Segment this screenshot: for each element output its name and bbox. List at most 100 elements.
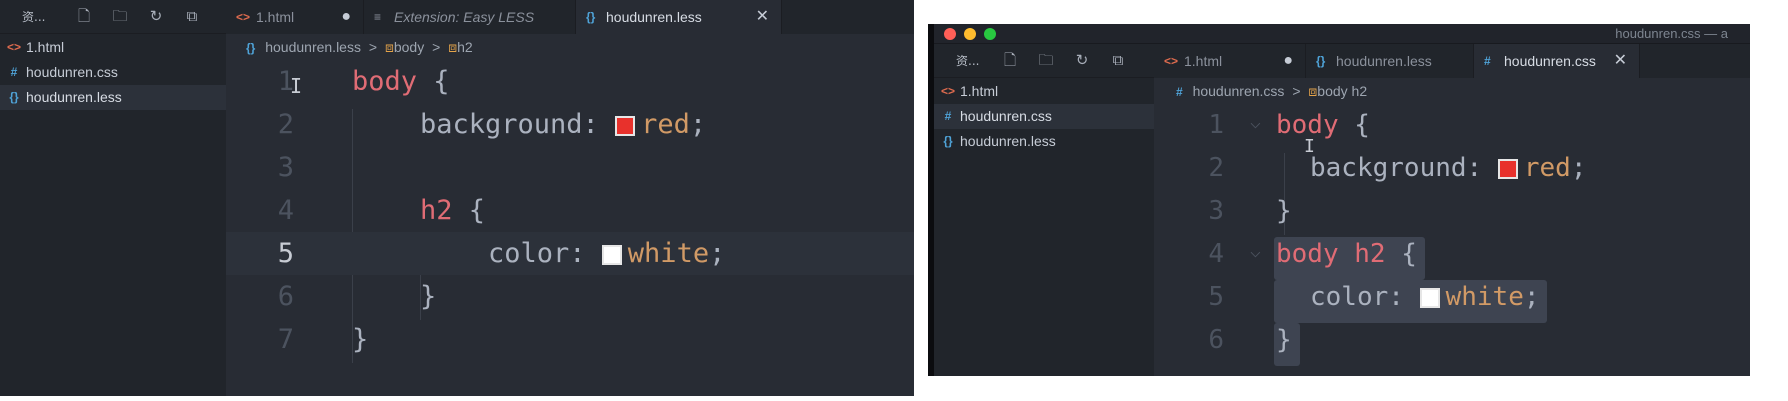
- code-text: body {: [1276, 104, 1370, 147]
- code-token: {: [417, 66, 450, 97]
- tab-bar: <> 1.html ● {} houdunren.less # houdunren.css ✕: [1154, 44, 1750, 78]
- symbol-icon: ⧈: [1308, 83, 1318, 99]
- close-tab-icon[interactable]: ✕: [1614, 44, 1627, 78]
- code-editor[interactable]: 1 body {2 background: red; 3} 4 body h2 {5 col…: [1154, 104, 1750, 376]
- code-token: }: [420, 281, 437, 312]
- code-line: 4 h2 {: [226, 189, 914, 232]
- less-file-icon: {}: [586, 10, 596, 24]
- code-token: background:: [420, 109, 616, 140]
- less-file-icon: {}: [246, 41, 256, 55]
- file-name: 1.html: [26, 39, 65, 55]
- explorer-sidebar: 资... 🗋 🗀 ↻ ⧉ <> 1.html # houdunren.css {} hou…: [0, 0, 226, 396]
- new-file-icon[interactable]: 🗋: [74, 6, 94, 26]
- close-tab-icon[interactable]: ✕: [756, 0, 769, 34]
- code-token: body h2: [1276, 239, 1386, 269]
- window-title: houdunren.css — a: [1615, 26, 1728, 41]
- css-file-icon: #: [1484, 54, 1491, 68]
- line-number: 2: [277, 109, 294, 140]
- explorer-sidebar: 资... 🗋 🗀 ↻ ⧉ <> 1.html # houdunren.css {} hou…: [934, 44, 1154, 376]
- css-file-icon: #: [1176, 85, 1183, 99]
- color-swatch[interactable]: [1497, 159, 1518, 179]
- breadcrumb-symbol-body-h2[interactable]: body h2: [1317, 80, 1367, 102]
- file-item[interactable]: <> 1.html: [0, 35, 226, 60]
- code-line: 1 body {: [1154, 104, 1750, 147]
- tab-houdunren-css[interactable]: # houdunren.css ✕: [1474, 44, 1640, 78]
- file-name: houdunren.less: [960, 133, 1056, 149]
- breadcrumb-symbol-h2[interactable]: h2: [457, 36, 473, 58]
- breadcrumb-separator: >: [1292, 83, 1301, 99]
- code-token: color:: [1310, 282, 1420, 312]
- tab-1-html[interactable]: <> 1.html ●: [226, 0, 364, 34]
- file-name: 1.html: [960, 83, 999, 99]
- unsaved-dot-icon[interactable]: ●: [1283, 44, 1293, 78]
- file-name: houdunren.css: [960, 108, 1052, 124]
- code-text: }: [420, 275, 436, 318]
- breadcrumb-separator: >: [432, 39, 441, 55]
- code-line: 5 color: white;: [226, 232, 914, 275]
- file-name: houdunren.css: [26, 64, 118, 80]
- code-token: red: [641, 109, 690, 140]
- fold-chevron-icon[interactable]: ⌵: [1250, 112, 1261, 133]
- symbol-icon: ⧈: [448, 39, 458, 55]
- code-token: color:: [488, 238, 602, 269]
- line-number: 6: [277, 281, 294, 312]
- tab-houdunren-less[interactable]: {} houdunren.less: [1306, 44, 1474, 78]
- refresh-icon[interactable]: ↻: [146, 6, 166, 26]
- code-token: ;: [1523, 282, 1540, 312]
- breadcrumb-symbol-body[interactable]: body: [394, 36, 424, 58]
- code-line: 2 background: red;: [1154, 147, 1750, 190]
- css-file-icon: #: [10, 65, 18, 79]
- zoom-window-button[interactable]: [984, 28, 996, 40]
- less-file-icon: {}: [943, 134, 953, 148]
- collapse-all-icon[interactable]: ⧉: [182, 6, 202, 26]
- code-token: }: [352, 324, 369, 355]
- code-text: body {: [352, 60, 450, 103]
- code-line: 6}: [1154, 319, 1750, 362]
- breadcrumb-file[interactable]: houdunren.css: [1193, 80, 1285, 102]
- code-editor[interactable]: 1 body {2 background: red; 3 4 h2 {5 color: wh…: [226, 60, 914, 396]
- tab-1-html[interactable]: <> 1.html ●: [1154, 44, 1306, 78]
- code-text: }: [352, 318, 368, 361]
- breadcrumb-file[interactable]: houdunren.less: [265, 36, 361, 58]
- code-token: {: [452, 195, 486, 226]
- less-file-icon: {}: [9, 90, 19, 104]
- code-line: 3}: [1154, 190, 1750, 233]
- code-token: }: [1276, 196, 1292, 226]
- breadcrumb-separator: >: [368, 39, 378, 55]
- explorer-toolbar: 资... 🗋 🗀 ↻ ⧉: [0, 0, 226, 34]
- new-folder-icon[interactable]: 🗀: [110, 6, 130, 26]
- breadcrumb: # houdunren.css > ⧈body h2: [1154, 80, 1750, 102]
- fold-chevron-icon[interactable]: ⌵: [1250, 241, 1261, 262]
- explorer-toolbar: 资... 🗋 🗀 ↻ ⧉: [934, 44, 1154, 78]
- refresh-icon[interactable]: ↻: [1072, 50, 1092, 70]
- unsaved-dot-icon[interactable]: ●: [341, 0, 351, 34]
- color-swatch[interactable]: [1419, 288, 1440, 308]
- minimize-window-button[interactable]: [964, 28, 976, 40]
- file-item[interactable]: {} houdunren.less: [934, 129, 1154, 154]
- line-number: 4: [1208, 239, 1224, 269]
- color-swatch[interactable]: [601, 245, 622, 265]
- file-item[interactable]: {} houdunren.less: [0, 85, 226, 110]
- html-file-icon: <>: [1164, 54, 1179, 68]
- close-window-button[interactable]: [944, 28, 956, 40]
- code-token: ;: [689, 109, 707, 140]
- file-item[interactable]: # houdunren.css: [934, 104, 1154, 129]
- css-file-icon: #: [944, 109, 952, 123]
- tab-label: 1.html: [1184, 53, 1223, 69]
- tab-bar: <> 1.html ● ≡ Extension: Easy LESS {} houdunre…: [226, 0, 914, 34]
- editor-area: <> 1.html ● ≡ Extension: Easy LESS {} houdunre…: [226, 0, 914, 396]
- code-line: 6}: [226, 275, 914, 318]
- file-item[interactable]: # houdunren.css: [0, 60, 226, 85]
- color-swatch[interactable]: [615, 116, 636, 136]
- code-token: white: [627, 238, 710, 269]
- collapse-all-icon[interactable]: ⧉: [1108, 50, 1128, 70]
- code-text: color: white;: [1310, 276, 1540, 319]
- file-item[interactable]: <> 1.html: [934, 79, 1154, 104]
- new-folder-icon[interactable]: 🗀: [1036, 50, 1056, 70]
- tab-label: 1.html: [256, 9, 295, 25]
- code-token: {: [1338, 110, 1370, 140]
- new-file-icon[interactable]: 🗋: [1000, 50, 1020, 70]
- less-file-icon: {}: [1316, 54, 1326, 68]
- tab-houdunren-less[interactable]: {} houdunren.less ✕: [576, 0, 782, 34]
- tab-extension-easy-less[interactable]: ≡ Extension: Easy LESS: [364, 0, 576, 34]
